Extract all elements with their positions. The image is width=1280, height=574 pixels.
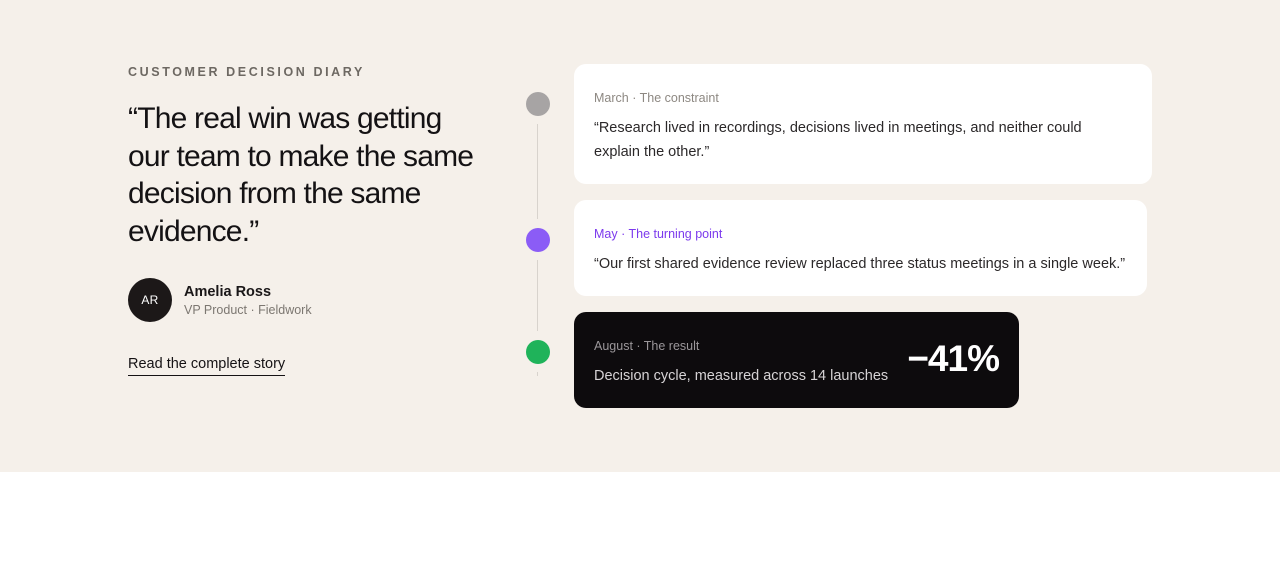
card-label: August · The result (594, 339, 700, 353)
read-story-link[interactable]: Read the complete story (128, 356, 286, 376)
author-role: VP Product · Fieldwork (184, 303, 312, 317)
timeline-dot-result (526, 340, 550, 364)
section-eyebrow: CUSTOMER DECISION DIARY (128, 65, 365, 79)
timeline-connector (537, 372, 538, 376)
timeline-connector (537, 124, 538, 219)
avatar: AR (128, 278, 172, 322)
author-name: Amelia Ross (184, 284, 272, 300)
timeline-dot-turning-point (526, 228, 550, 252)
testimonial-quote: “The real win was getting our team to ma… (128, 102, 474, 248)
timeline-dot-constraint (526, 92, 550, 116)
timeline-card-result: August · The result Decision cycle, meas… (574, 312, 1019, 408)
timeline-card-turning-point: May · The turning point “Our first share… (574, 200, 1147, 296)
timeline-connector (537, 260, 538, 331)
card-metric-description: Decision cycle, measured across 14 launc… (594, 368, 889, 384)
timeline-card-constraint: March · The constraint “Research lived i… (574, 64, 1152, 184)
result-stat: −41% (907, 338, 1000, 379)
customer-story-section: CUSTOMER DECISION DIARY “The real win wa… (0, 0, 1280, 472)
card-label: March · The constraint (594, 91, 719, 105)
card-label: May · The turning point (594, 227, 723, 241)
card-quote: “Our first shared evidence review replac… (594, 256, 1126, 272)
card-quote: “Research lived in recordings, decisions… (594, 120, 1082, 160)
